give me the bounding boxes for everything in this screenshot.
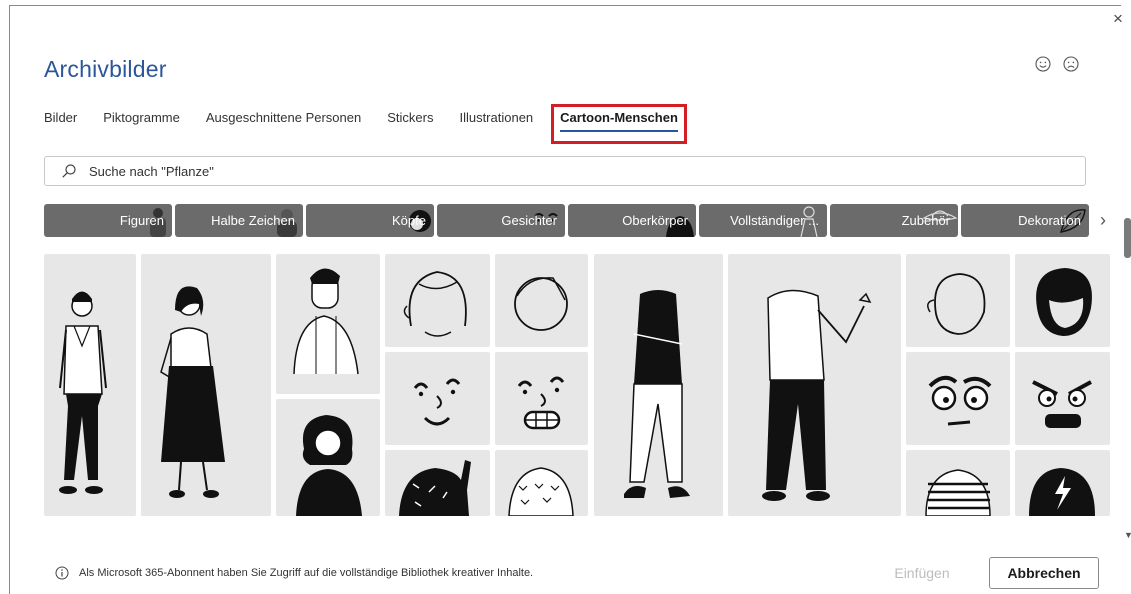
search-box (44, 156, 1086, 186)
cartoon-man-hoodie-image (293, 268, 359, 375)
chip-label: Halbe Zeichen (211, 213, 295, 228)
cartoon-face-angry-image (1032, 380, 1092, 428)
dialog-border-left (9, 5, 10, 594)
cartoon-upper-body-pattern-image (399, 460, 471, 516)
chevron-right-icon[interactable]: › (1100, 210, 1106, 231)
frown-icon[interactable] (1063, 56, 1079, 72)
cartoon-full-body-arms-crossed-image (624, 290, 690, 498)
image-tile[interactable] (276, 254, 380, 394)
cartoon-man-standing-image (59, 291, 107, 494)
cartoon-head-bald-image (927, 273, 986, 335)
image-tile[interactable] (495, 352, 588, 445)
tab-cutout-people[interactable]: Ausgeschnittene Personen (206, 104, 361, 140)
chip-full-body[interactable]: Vollständiger ... (699, 204, 827, 237)
scroll-down-arrow-icon[interactable]: ▼ (1124, 530, 1131, 540)
tab-stickers[interactable]: Stickers (387, 104, 433, 140)
chip-label: Vollständiger ... (730, 213, 819, 228)
dialog-border-top (9, 5, 1121, 6)
cartoon-head-dark-hair-image (1036, 268, 1092, 336)
dialog-title: Archivbilder (44, 56, 167, 82)
chip-label: Dekoration (1018, 213, 1081, 228)
smiley-icon[interactable] (1035, 56, 1051, 72)
info-icon (55, 566, 69, 580)
subscription-note: Als Microsoft 365-Abonnent haben Sie Zug… (55, 566, 533, 580)
close-button[interactable]: × (1109, 10, 1127, 28)
tab-cartoon-people[interactable]: Cartoon-Menschen (551, 104, 687, 144)
image-tile[interactable] (276, 399, 380, 516)
cartoon-face-grinning-image (517, 376, 565, 430)
tab-images[interactable]: Bilder (44, 104, 77, 140)
cartoon-shirt-lightning-image (1029, 468, 1095, 516)
insert-button[interactable]: Einfügen (868, 557, 976, 589)
feedback-group (1035, 56, 1079, 72)
chip-label: Zubehör (901, 213, 950, 228)
tab-illustrations[interactable]: Illustrationen (459, 104, 533, 140)
chip-accessories[interactable]: Zubehör (830, 204, 958, 237)
chip-label: Gesichter (501, 213, 557, 228)
cartoon-head-short-hair-image (514, 277, 568, 331)
image-tile[interactable] (1015, 450, 1110, 516)
search-input[interactable] (89, 163, 989, 179)
cartoon-upper-body-sweater-image (508, 467, 574, 516)
cartoon-girl-curly-image (296, 415, 362, 516)
subscription-note-text: Als Microsoft 365-Abonnent haben Sie Zug… (79, 567, 534, 579)
cartoon-face-smiling-image (413, 378, 461, 426)
category-chips: Figuren Halbe Zeichen Köpfe Gesichter Ob… (44, 204, 1096, 237)
cancel-button[interactable]: Abbrechen (989, 557, 1099, 589)
chip-label: Köpfe (392, 213, 426, 228)
image-tile[interactable] (495, 254, 588, 347)
image-tile[interactable] (1015, 352, 1110, 445)
image-tile[interactable] (906, 450, 1010, 516)
cartoon-full-body-pointing-image (762, 289, 872, 501)
chip-label: Figuren (119, 213, 164, 228)
tab-bar: Bilder Piktogramme Ausgeschnittene Perso… (44, 104, 713, 144)
cartoon-face-surprised-image (928, 375, 992, 426)
image-tile[interactable] (1015, 254, 1110, 347)
image-tile[interactable] (728, 254, 901, 516)
image-tile[interactable] (594, 254, 723, 516)
chip-faces[interactable]: Gesichter (437, 204, 565, 237)
tab-icons[interactable]: Piktogramme (103, 104, 180, 140)
image-tile[interactable] (385, 450, 490, 516)
chip-half-figures[interactable]: Halbe Zeichen (175, 204, 303, 237)
image-tile[interactable] (385, 254, 490, 347)
chip-upper-body[interactable]: Oberkörper (568, 204, 696, 237)
cartoon-woman-skirt-image (160, 286, 225, 498)
image-tile[interactable] (141, 254, 271, 516)
image-gallery (44, 254, 1110, 516)
image-tile[interactable] (906, 352, 1010, 445)
image-tile[interactable] (44, 254, 136, 516)
archive-images-dialog: × Archivbilder Bilder Piktogramme Ausges… (0, 0, 1131, 594)
image-tile[interactable] (385, 352, 490, 445)
chip-decoration[interactable]: Dekoration (961, 204, 1089, 237)
search-icon (62, 164, 76, 178)
cartoon-shirt-striped-image (925, 469, 991, 516)
image-tile[interactable] (495, 450, 588, 516)
gallery-scrollbar[interactable]: ▼ (1124, 200, 1131, 545)
chip-label: Oberkörper (622, 213, 688, 228)
image-tile[interactable] (906, 254, 1010, 347)
cartoon-head-long-hair-image (403, 271, 467, 337)
scrollbar-thumb[interactable] (1124, 218, 1131, 258)
chip-heads[interactable]: Köpfe (306, 204, 434, 237)
chip-figures[interactable]: Figuren (44, 204, 172, 237)
